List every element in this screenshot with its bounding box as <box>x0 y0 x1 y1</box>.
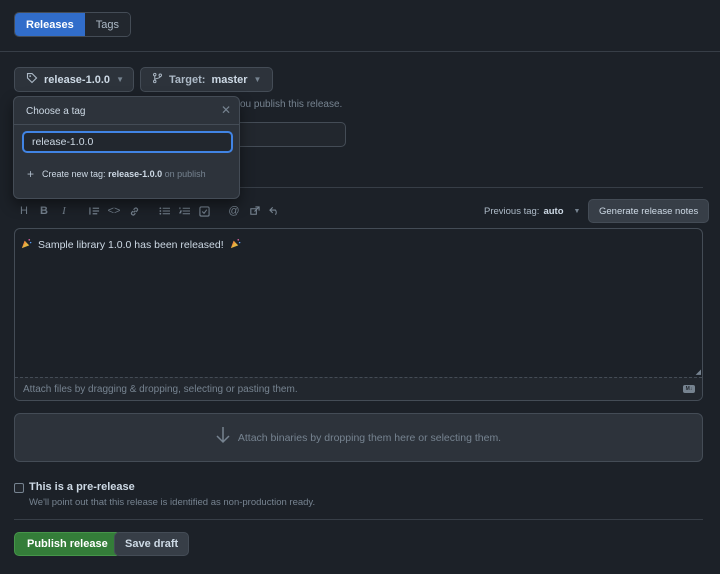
tag-search-input[interactable] <box>22 131 233 153</box>
release-tabs: Releases Tags <box>14 12 131 37</box>
previous-tag-value: auto <box>543 206 564 217</box>
target-label: Target: <box>169 73 206 86</box>
chevron-down-icon: ▼ <box>253 75 262 84</box>
tab-releases[interactable]: Releases <box>15 13 85 36</box>
publish-release-button[interactable]: Publish release <box>14 532 121 556</box>
arrow-down-icon <box>216 426 230 449</box>
form-divider <box>240 187 703 188</box>
release-title-input[interactable] <box>232 122 346 147</box>
tag-icon <box>26 72 38 87</box>
editor-content: Sample library 1.0.0 has been released! <box>21 238 241 252</box>
task-list-icon[interactable] <box>194 203 214 219</box>
code-icon[interactable]: <> <box>104 203 124 219</box>
create-tag-suffix: on publish <box>164 169 206 179</box>
prerelease-checkbox[interactable] <box>14 483 24 493</box>
previous-tag-label: Previous tag: <box>484 206 540 217</box>
tab-tags[interactable]: Tags <box>84 13 130 36</box>
ordered-list-icon[interactable] <box>174 203 194 219</box>
reference-icon[interactable] <box>244 203 264 219</box>
undo-icon[interactable] <box>264 203 284 219</box>
branch-icon <box>152 72 163 87</box>
editor-body-text: Sample library 1.0.0 has been released! <box>38 239 224 251</box>
mention-icon[interactable]: @ <box>224 203 244 219</box>
bold-icon[interactable]: B <box>34 203 54 219</box>
create-new-tag-item[interactable]: + Create new tag: release-1.0.0 on publi… <box>27 167 206 181</box>
link-icon[interactable] <box>124 203 144 219</box>
markdown-icon: M↓ <box>683 385 695 393</box>
prerelease-description: We'll point out that this release is ide… <box>29 497 316 508</box>
create-tag-prefix: Create new tag: <box>42 169 106 179</box>
prerelease-label[interactable]: This is a pre-release <box>29 481 135 493</box>
choose-tag-button[interactable]: release-1.0.0 ▼ <box>14 67 134 92</box>
chevron-down-icon: ▼ <box>573 208 581 215</box>
italic-icon[interactable]: I <box>54 203 74 219</box>
quote-icon[interactable] <box>84 203 104 219</box>
dropdown-title: Choose a tag <box>26 106 86 117</box>
dropdown-divider <box>14 124 239 125</box>
target-branch-button[interactable]: Target: master ▼ <box>140 67 274 92</box>
party-popper-icon <box>21 238 32 252</box>
tag-hint-text: ou publish this release. <box>240 99 343 110</box>
plus-icon: + <box>27 167 35 181</box>
create-tag-name: release-1.0.0 <box>108 169 163 179</box>
close-icon[interactable]: ✕ <box>221 103 231 117</box>
actions-divider <box>14 519 703 520</box>
binaries-dropzone[interactable]: Attach binaries by dropping them here or… <box>14 413 703 462</box>
release-notes-editor[interactable]: Sample library 1.0.0 has been released! … <box>14 228 703 401</box>
generate-release-notes-button[interactable]: Generate release notes <box>588 199 710 223</box>
attach-files-bar[interactable]: Attach files by dragging & dropping, sel… <box>15 377 702 400</box>
create-tag-text: Create new tag: release-1.0.0 on publish <box>42 169 206 179</box>
resize-handle-icon[interactable]: ◢ <box>696 368 701 376</box>
tag-button-label: release-1.0.0 <box>44 73 111 86</box>
previous-tag-selector[interactable]: Previous tag: auto ▼ <box>484 206 580 217</box>
target-value: master <box>211 73 248 86</box>
chevron-down-icon: ▼ <box>116 75 124 84</box>
choose-tag-dropdown: Choose a tag ✕ + Create new tag: release… <box>13 96 240 199</box>
party-popper-icon <box>230 238 241 252</box>
save-draft-button[interactable]: Save draft <box>114 532 190 556</box>
markdown-toolbar: H B I <> @ <box>14 203 284 219</box>
attach-files-text: Attach files by dragging & dropping, sel… <box>23 384 298 395</box>
header-divider <box>0 51 720 52</box>
dropzone-text: Attach binaries by dropping them here or… <box>237 431 502 444</box>
heading-icon[interactable]: H <box>14 203 34 219</box>
unordered-list-icon[interactable] <box>154 203 174 219</box>
